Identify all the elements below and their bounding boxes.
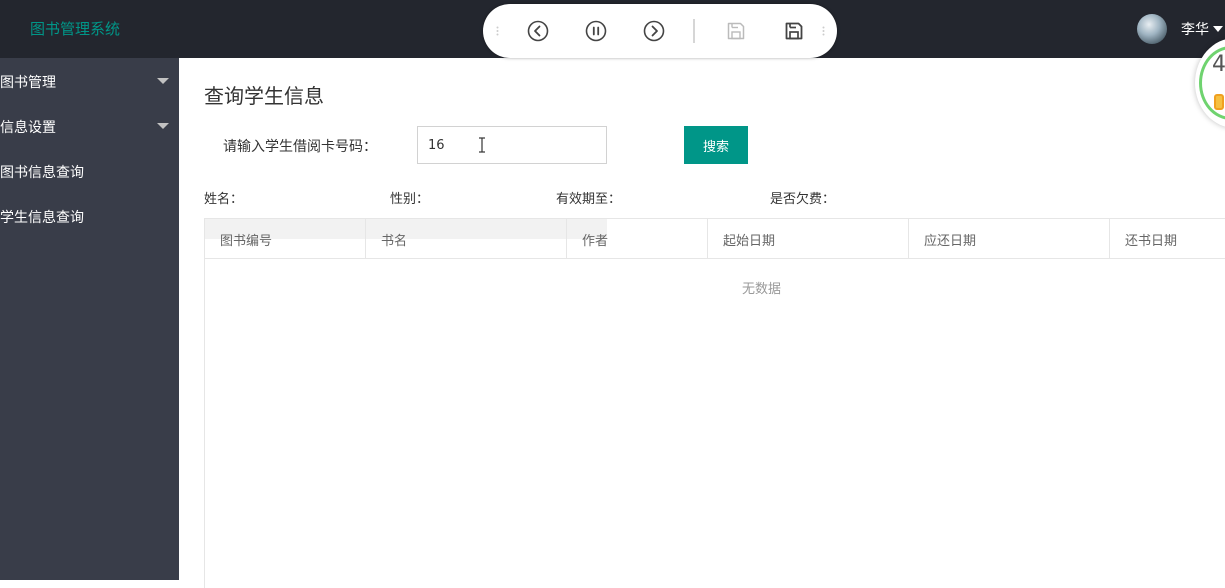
save-button[interactable] <box>725 20 747 42</box>
column-header-book-id[interactable]: 图书编号 <box>205 219 366 258</box>
card-number-label: 请输入学生借阅卡号码： <box>223 139 377 155</box>
user-name-menu[interactable]: 李华 <box>1181 19 1209 39</box>
text-cursor-icon <box>479 137 485 153</box>
borrow-records-table: 图书编号 书名 作者 起始日期 应还日期 还书日期 无数据 <box>204 218 1225 588</box>
column-header-return-date[interactable]: 还书日期 <box>1110 219 1225 258</box>
column-header-label: 作者 <box>582 234 609 249</box>
column-header-label: 还书日期 <box>1125 234 1178 249</box>
table-header: 图书编号 书名 作者 起始日期 应还日期 还书日期 <box>205 219 1225 259</box>
caret-down-icon <box>157 123 169 129</box>
sidebar-item-book-management[interactable]: 图书管理 <box>0 58 179 103</box>
student-name-field: 姓名： <box>204 192 244 207</box>
column-header-author[interactable]: 作者 <box>567 219 708 258</box>
column-header-label: 起始日期 <box>723 234 776 249</box>
app-logo-title[interactable]: 图书管理系统 <box>30 18 120 39</box>
previous-button[interactable] <box>527 20 549 42</box>
column-header-due-date[interactable]: 应还日期 <box>909 219 1110 258</box>
column-header-book-title[interactable]: 书名 <box>366 219 567 258</box>
toolbar-divider <box>693 19 695 43</box>
sidebar-item-label: 学生信息查询 <box>0 210 84 226</box>
pause-button[interactable] <box>585 20 607 42</box>
top-header: 图书管理系统 李华 <box>0 0 1225 58</box>
drag-grip-icon[interactable] <box>496 26 499 36</box>
sidebar-item-book-query[interactable]: 图书信息查询 <box>0 148 179 193</box>
save-as-button[interactable] <box>783 20 805 42</box>
valid-until-field: 有效期至： <box>556 192 622 207</box>
gauge-value: 4 <box>1212 52 1225 77</box>
chevron-down-icon[interactable] <box>1213 26 1223 32</box>
student-gender-field: 性别： <box>390 192 430 207</box>
user-avatar-icon[interactable] <box>1137 14 1167 44</box>
drag-grip-icon[interactable] <box>822 26 825 36</box>
next-button[interactable] <box>643 20 665 42</box>
column-header-label: 图书编号 <box>220 234 273 249</box>
playback-toolbar <box>483 4 837 58</box>
sidebar-item-info-settings[interactable]: 信息设置 <box>0 103 179 148</box>
sidebar-nav: 图书管理 信息设置 图书信息查询 学生信息查询 <box>0 58 179 580</box>
search-button[interactable]: 搜索 <box>684 126 748 164</box>
column-header-label: 应还日期 <box>924 234 977 249</box>
overdue-field: 是否欠费： <box>770 192 836 207</box>
sidebar-item-student-query[interactable]: 学生信息查询 <box>0 193 179 238</box>
caret-down-icon <box>157 78 169 84</box>
thermometer-icon <box>1214 94 1224 110</box>
table-empty-state: 无数据 <box>742 282 782 297</box>
column-header-start-date[interactable]: 起始日期 <box>708 219 909 258</box>
sidebar-item-label: 图书信息查询 <box>0 165 84 181</box>
card-number-input[interactable] <box>417 126 607 164</box>
column-header-label: 书名 <box>381 234 408 249</box>
page-title: 查询学生信息 <box>204 84 324 108</box>
sidebar-item-label: 信息设置 <box>0 120 56 136</box>
sidebar-item-label: 图书管理 <box>0 75 56 91</box>
